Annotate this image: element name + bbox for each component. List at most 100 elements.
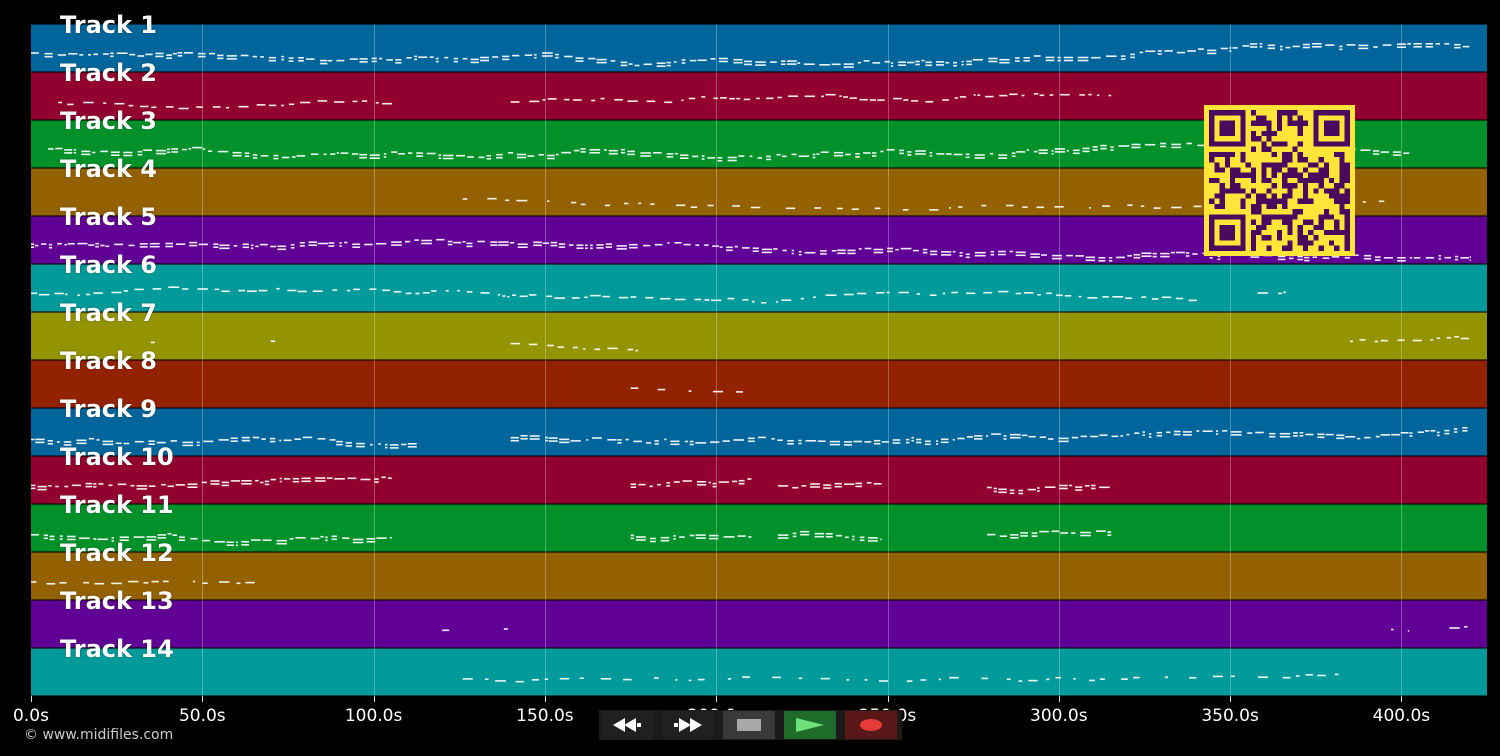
note [438,154,442,156]
note [781,155,787,158]
note [538,154,545,156]
note [119,536,129,538]
tick-label: 400.0s [1372,706,1431,726]
note [925,443,931,446]
note [1107,531,1112,533]
note [879,680,889,682]
note [886,291,890,294]
note [726,249,733,252]
note [136,488,148,490]
note [804,95,815,98]
note [629,246,638,249]
note [797,62,801,64]
note [528,343,538,346]
note [1010,537,1019,539]
note [735,391,743,393]
note [287,289,297,292]
note [108,484,113,487]
note [712,245,719,247]
note [1222,430,1228,432]
note [529,100,540,103]
note [1249,43,1258,45]
note [495,680,506,682]
note [839,95,842,97]
fast-forward-button[interactable] [662,711,714,739]
note [1359,339,1366,341]
note [203,440,214,443]
note [359,58,368,60]
note [366,541,376,543]
note [749,155,753,158]
play-button[interactable] [784,711,836,739]
note [1027,488,1036,491]
note [1102,296,1109,298]
note [620,61,628,64]
note [800,297,804,300]
note [332,289,338,291]
note [656,62,666,64]
note [1409,257,1413,259]
note [510,439,519,442]
note [290,244,295,246]
note [1280,45,1283,48]
note [654,440,659,442]
note [1164,50,1173,52]
note [624,202,629,205]
note [444,56,449,59]
note [391,244,402,246]
note [596,247,604,249]
note [837,249,846,252]
rewind-button[interactable] [601,711,653,739]
note [260,56,264,58]
note [64,152,73,154]
note [787,63,797,65]
note [1033,93,1039,95]
note [86,293,90,296]
note [111,582,122,585]
note [905,441,910,444]
note [777,485,789,487]
track-label: Track 12 [60,539,174,567]
note [1045,56,1055,59]
note [911,100,919,102]
note [1364,254,1372,257]
note [998,491,1007,494]
note [1182,431,1192,433]
note [139,243,148,245]
note [1009,489,1015,492]
note [949,676,959,679]
note [110,55,114,58]
track-label: Track 2 [60,59,158,87]
note [911,439,914,442]
note [1026,149,1029,151]
note [1417,431,1424,433]
note [172,534,177,536]
note [198,55,206,58]
note [67,243,75,245]
note [915,153,926,155]
note [255,479,259,482]
note [630,537,635,540]
note [1071,532,1076,534]
note [182,444,194,447]
note [1269,432,1276,435]
note [1317,433,1325,436]
note [167,533,172,535]
stop-button[interactable] [723,711,775,739]
note [502,295,506,297]
note [1469,256,1471,258]
note [1382,44,1392,46]
note [707,204,714,207]
note [1413,46,1422,48]
note [1130,53,1135,56]
note [727,159,737,162]
note [192,580,196,583]
note [391,241,402,243]
note [1045,59,1055,62]
note [688,679,692,682]
record-button[interactable] [845,711,897,739]
note [299,242,305,244]
note [787,443,794,445]
note [873,248,884,251]
note [436,238,445,241]
